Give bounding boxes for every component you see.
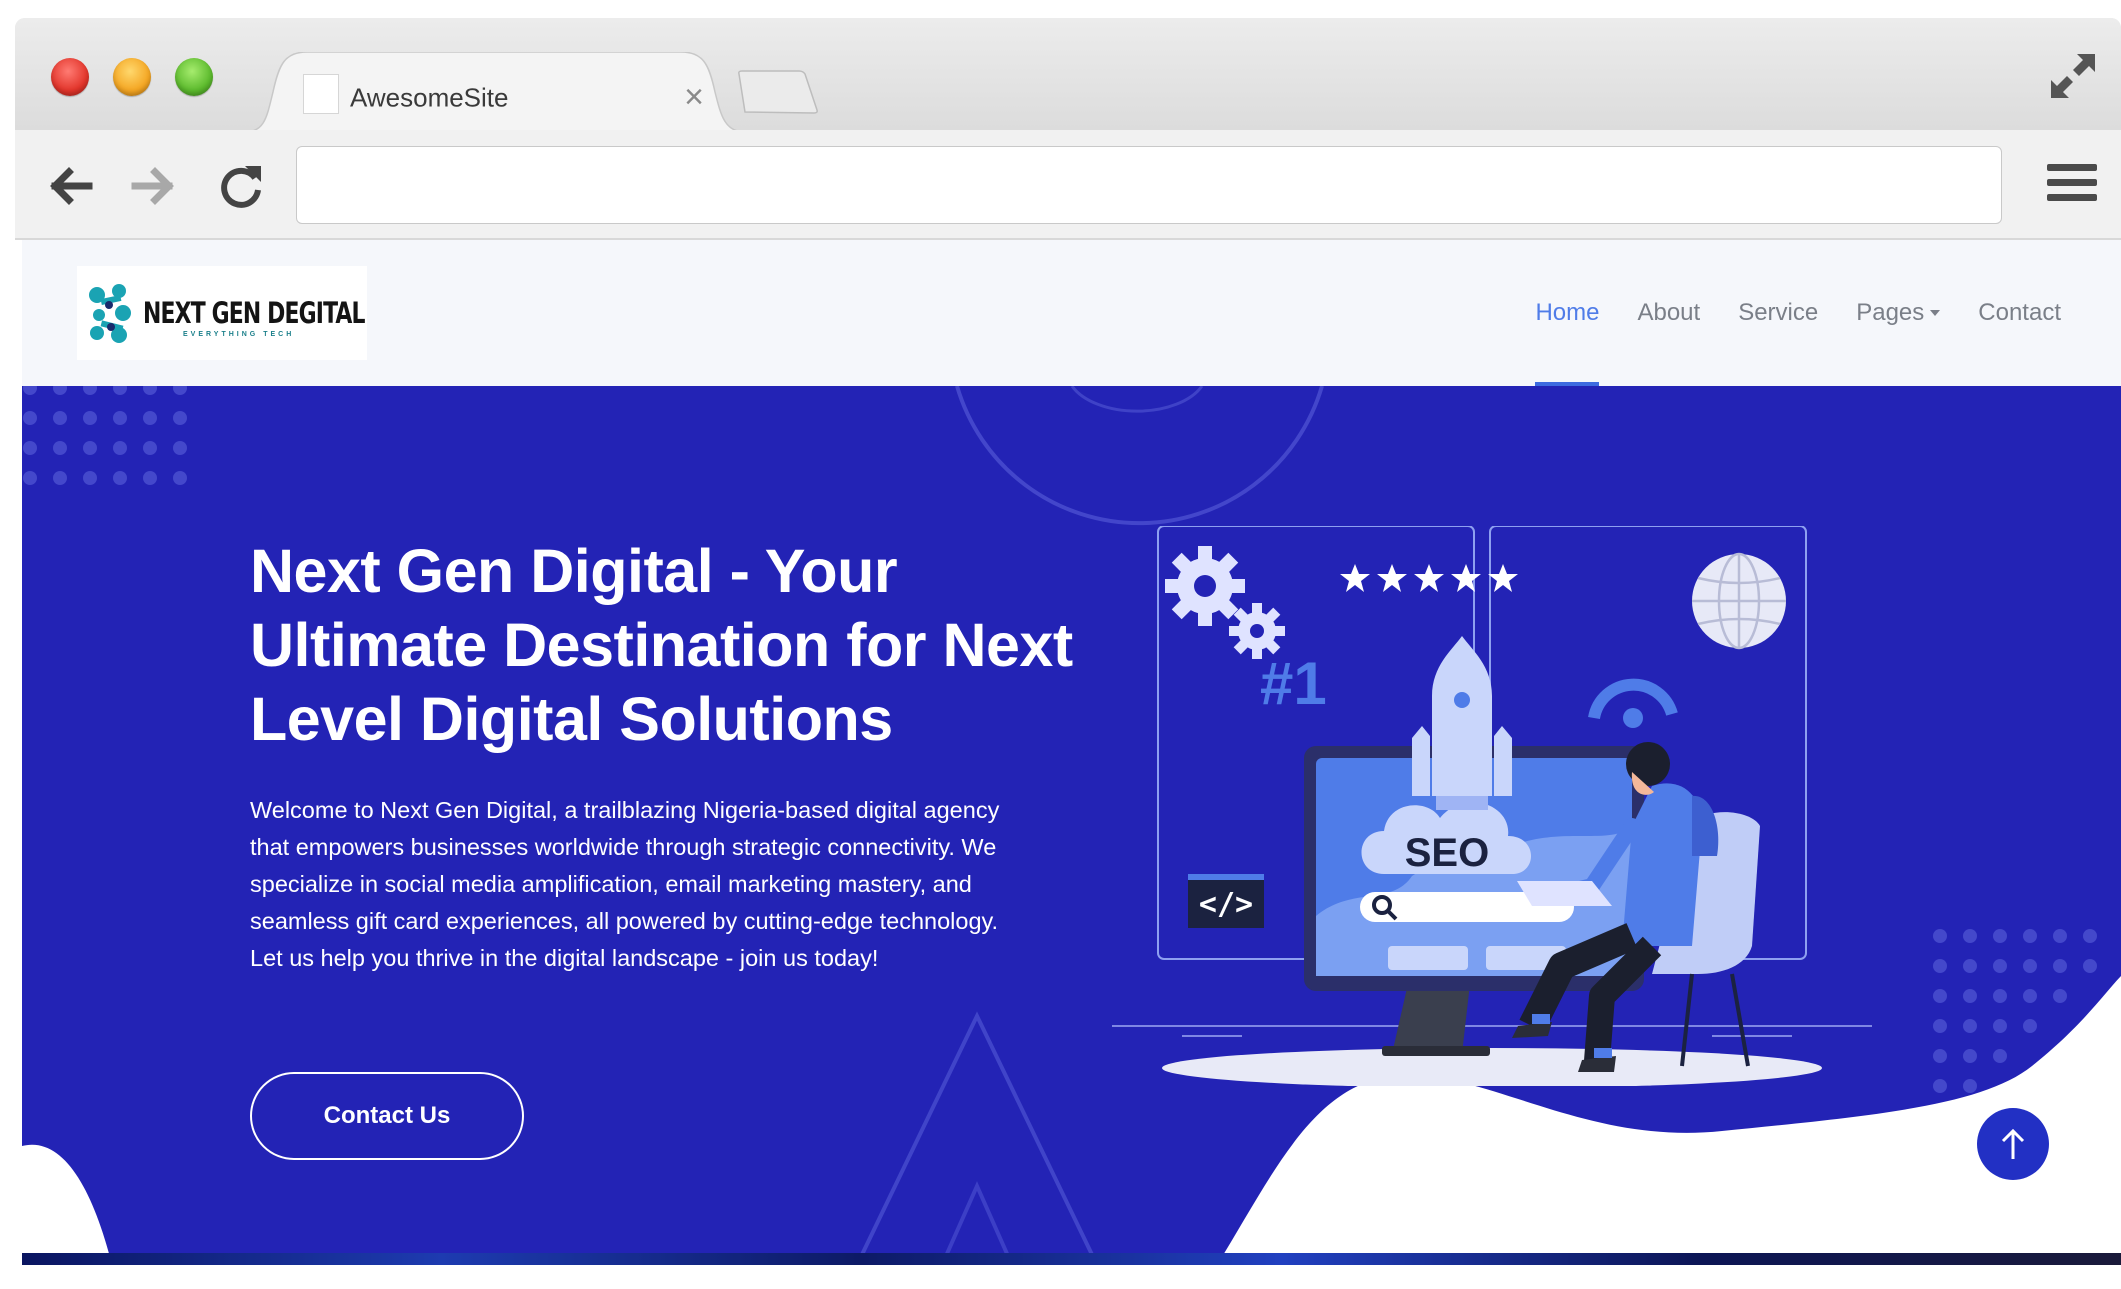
nav-about[interactable]: About	[1637, 240, 1700, 386]
rank-label: #1	[1260, 650, 1327, 717]
seo-label: SEO	[1405, 831, 1489, 875]
seo-illustration: #1 </> SEO	[1112, 526, 1872, 1086]
hamburger-menu-icon[interactable]	[2047, 164, 2097, 208]
caret-down-icon	[1930, 310, 1941, 316]
browser-toolbar	[15, 130, 2121, 240]
dot-grid-top-left	[23, 386, 187, 485]
nav-pages-label: Pages	[1856, 299, 1925, 326]
five-star-rating-icon	[1340, 564, 1518, 592]
logo-mark-icon	[89, 284, 131, 343]
arrow-left-icon[interactable]	[45, 160, 97, 212]
arrow-up-icon	[2001, 1128, 2025, 1159]
nav-pages-dropdown[interactable]: Pages	[1856, 240, 1941, 386]
tab-bar: AwesomeSite ×	[15, 18, 2121, 132]
close-window-button[interactable]	[51, 58, 89, 96]
browser-window: AwesomeSite ×	[15, 18, 2121, 240]
main-nav: Home About Service Pages Contact	[1535, 240, 2061, 386]
nav-service[interactable]: Service	[1738, 240, 1818, 386]
hero-section: Next Gen Digital - Your Ultimate Destina…	[22, 386, 2121, 1265]
fullscreen-expand-icon[interactable]	[2047, 50, 2099, 102]
address-bar[interactable]	[296, 146, 2002, 224]
nav-contact[interactable]: Contact	[1978, 240, 2061, 386]
maximize-window-button[interactable]	[175, 58, 213, 96]
nav-home[interactable]: Home	[1535, 240, 1600, 386]
gears-icon	[1165, 546, 1285, 659]
hero-description: Welcome to Next Gen Digital, a trailblaz…	[250, 797, 1000, 971]
website-viewport: NEXT GEN DEGITAL EVERYTHING TECH Home Ab…	[22, 240, 2121, 1265]
code-label: </>	[1199, 887, 1253, 922]
site-logo[interactable]: NEXT GEN DEGITAL EVERYTHING TECH	[77, 266, 367, 360]
browser-tab[interactable]: AwesomeSite ×	[245, 52, 745, 132]
globe-icon	[1692, 552, 1786, 650]
tab-title: AwesomeSite	[350, 82, 509, 113]
scroll-to-top-button[interactable]	[1977, 1108, 2049, 1180]
rocket-icon	[1412, 636, 1512, 810]
contact-us-button[interactable]: Contact Us	[250, 1072, 524, 1160]
site-header: NEXT GEN DEGITAL EVERYTHING TECH Home Ab…	[22, 240, 2121, 386]
next-section-peek	[22, 1253, 2121, 1265]
hero-title: Next Gen Digital - Your Ultimate Destina…	[250, 537, 1073, 753]
arrow-right-icon[interactable]	[127, 160, 179, 212]
reload-icon[interactable]	[215, 160, 267, 212]
new-tab-button[interactable]	[737, 70, 819, 114]
close-icon[interactable]: ×	[677, 80, 711, 114]
logo-tagline: EVERYTHING TECH	[183, 331, 295, 338]
logo-wordmark: NEXT GEN DEGITAL	[143, 296, 365, 330]
minimize-window-button[interactable]	[113, 58, 151, 96]
favicon-icon	[303, 74, 339, 114]
